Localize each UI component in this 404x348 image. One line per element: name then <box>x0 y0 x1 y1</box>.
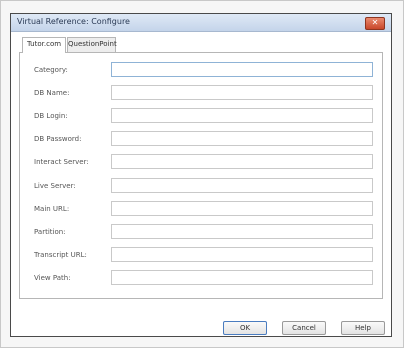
main-url-field[interactable] <box>111 201 373 216</box>
title-bar[interactable]: Virtual Reference: Configure ✕ <box>11 14 391 32</box>
db-login-field[interactable] <box>111 108 373 123</box>
interact-server-label: Interact Server: <box>34 158 89 166</box>
ok-button[interactable]: OK <box>223 321 267 335</box>
form-row-partition: Partition: <box>20 224 382 240</box>
partition-field[interactable] <box>111 224 373 239</box>
view-path-label: View Path: <box>34 274 71 282</box>
close-icon[interactable]: ✕ <box>365 17 385 30</box>
configure-dialog: Virtual Reference: Configure ✕ Tutor.com… <box>10 13 392 337</box>
help-button[interactable]: Help <box>341 321 385 335</box>
tab-tutor-com[interactable]: Tutor.com <box>22 37 66 53</box>
tab-panel: Category: DB Name: DB Login: DB Password… <box>19 52 383 299</box>
db-login-label: DB Login: <box>34 112 68 120</box>
form-row-transcript-url: Transcript URL: <box>20 247 382 263</box>
window-title: Virtual Reference: Configure <box>17 17 130 26</box>
category-label: Category: <box>34 66 68 74</box>
view-path-field[interactable] <box>111 270 373 285</box>
form-row-main-url: Main URL: <box>20 201 382 217</box>
category-field[interactable] <box>111 62 373 77</box>
form-row-db-name: DB Name: <box>20 85 382 101</box>
form-row-category: Category: <box>20 62 382 78</box>
interact-server-field[interactable] <box>111 154 373 169</box>
db-name-field[interactable] <box>111 85 373 100</box>
live-server-field[interactable] <box>111 178 373 193</box>
db-password-label: DB Password: <box>34 135 82 143</box>
cancel-button[interactable]: Cancel <box>282 321 326 335</box>
live-server-label: Live Server: <box>34 182 76 190</box>
db-password-field[interactable] <box>111 131 373 146</box>
screenshot-frame: Virtual Reference: Configure ✕ Tutor.com… <box>0 0 404 348</box>
form-row-db-password: DB Password: <box>20 131 382 147</box>
db-name-label: DB Name: <box>34 89 70 97</box>
dialog-button-bar: OK Cancel Help <box>11 321 391 337</box>
form-row-interact-server: Interact Server: <box>20 154 382 170</box>
transcript-url-label: Transcript URL: <box>34 251 87 259</box>
main-url-label: Main URL: <box>34 205 70 213</box>
form-row-view-path: View Path: <box>20 270 382 286</box>
form-row-db-login: DB Login: <box>20 108 382 124</box>
tab-questionpoint[interactable]: QuestionPoint <box>67 37 117 52</box>
partition-label: Partition: <box>34 228 66 236</box>
transcript-url-field[interactable] <box>111 247 373 262</box>
form-row-live-server: Live Server: <box>20 178 382 194</box>
